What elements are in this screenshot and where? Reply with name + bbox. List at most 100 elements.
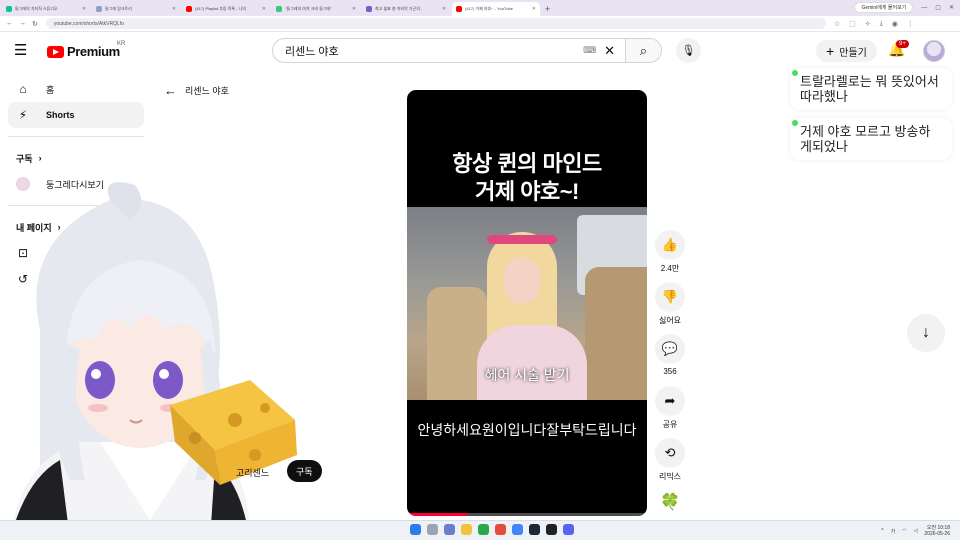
remix-button[interactable]: ⟲ 리믹스 xyxy=(655,438,685,481)
clock-date: 2026-05-26 xyxy=(924,531,950,537)
sidebar-item-shorts[interactable]: ⚡ Shorts xyxy=(8,102,144,128)
tray-overflow-icon[interactable]: ^ xyxy=(881,528,883,534)
comments-button[interactable]: 💬 356 xyxy=(655,334,685,377)
network-icon[interactable]: ◠ xyxy=(902,528,906,534)
create-button[interactable]: + 만들기 xyxy=(816,40,877,62)
search-icon: ⌕ xyxy=(639,42,648,58)
tab-close-icon[interactable]: ✕ xyxy=(82,6,86,12)
url-field[interactable]: youtube.com/shorts/AtkVRQLfo xyxy=(45,18,826,29)
kebab-menu-icon[interactable]: ⋮ xyxy=(907,20,914,28)
hamburger-menu-icon[interactable]: ☰ xyxy=(14,42,32,60)
sidebar-subscriptions-header[interactable]: 구독 › xyxy=(8,145,144,171)
keyboard-icon[interactable]: ⌨ xyxy=(583,45,596,56)
voice-search-mic-icon[interactable]: 🎙 xyxy=(676,38,701,63)
arrow-down-icon: ↓ xyxy=(922,324,930,341)
search-button[interactable]: ⌕ xyxy=(625,39,661,62)
video-progress-bar[interactable] xyxy=(407,513,647,516)
reload-icon[interactable]: ↻ xyxy=(32,20,38,28)
search-taskbar-icon[interactable] xyxy=(427,524,438,535)
browser-tab[interactable]: "둥그레의 야겨 크비 둥그레" ✕ xyxy=(272,2,360,16)
tab-close-icon[interactable]: ✕ xyxy=(262,6,266,12)
taskbar-apps xyxy=(410,524,574,535)
tab-close-icon[interactable]: ✕ xyxy=(442,6,446,12)
action-label: 싫어요 xyxy=(658,316,682,325)
extension-icons: ☆ ⬚ ✧ ⤓ ◉ ⋮ xyxy=(834,20,914,28)
subscriptions-label: 구독 xyxy=(16,153,33,164)
browser-tab[interactable]: 둥그레의 치지직 스튜디오 ✕ xyxy=(2,2,90,16)
download-icon[interactable]: ⤓ xyxy=(880,20,883,28)
chrome-icon[interactable] xyxy=(512,524,523,535)
account-avatar[interactable] xyxy=(923,40,945,62)
tab-close-icon[interactable]: ✕ xyxy=(352,6,356,12)
bookmark-star-icon[interactable]: ☆ xyxy=(834,20,840,28)
next-short-button[interactable]: ↓ xyxy=(907,314,945,352)
tab-favicon-icon xyxy=(456,6,462,12)
file-explorer-icon[interactable] xyxy=(461,524,472,535)
tab-favicon-icon xyxy=(366,6,372,12)
subscribe-button[interactable]: 구독 xyxy=(287,460,322,482)
action-label: 리믹스 xyxy=(658,472,682,481)
discord-icon[interactable] xyxy=(563,524,574,535)
steam-icon[interactable] xyxy=(529,524,540,535)
youtube-premium-logo[interactable]: Premium KR xyxy=(47,41,125,59)
system-tray: ^ 가 ◠ ◁ 오전 10:18 2026-05-26 xyxy=(881,525,950,537)
gemini-button[interactable]: Gemini에게 물어보기 xyxy=(854,2,914,13)
chat-user-dot xyxy=(792,70,798,76)
obs-icon[interactable] xyxy=(546,524,557,535)
logo-text: Premium xyxy=(67,44,120,59)
new-tab-button[interactable]: + xyxy=(545,2,550,16)
video-headline: 항상 퀸의 마인드 거제 야호~! xyxy=(407,150,647,206)
headband xyxy=(487,235,557,244)
chat-message-text: 거제 야호 모르고 방송하게되었나 xyxy=(800,124,931,154)
notification-badge: 9+ xyxy=(896,40,909,48)
share-button[interactable]: ➦ 공유 xyxy=(655,386,685,429)
chevron-right-icon: › xyxy=(38,153,42,163)
taskview-icon[interactable] xyxy=(444,524,455,535)
thumbs-down-icon: 👎 xyxy=(655,282,685,312)
back-to-search[interactable]: ← 리센느 야호 xyxy=(164,83,229,98)
shorts-video-player[interactable]: 항상 퀸의 마인드 거제 야호~! 헤어 시술 받기 안녕하세요원이입니다잘부탁… xyxy=(407,90,647,516)
forward-nav-icon[interactable]: → xyxy=(19,20,26,28)
puzzle-icon[interactable]: ✧ xyxy=(865,20,871,28)
close-window-icon[interactable]: ✕ xyxy=(949,4,954,11)
short-channel-name[interactable]: 고리센느 xyxy=(236,466,269,479)
tab-title: "둥그레의 야겨 크비 둥그레" xyxy=(285,6,332,11)
browser-tab[interactable]: 최고 쉽표 총 아지막 거곤의 - ✕ xyxy=(362,2,450,16)
browser-tab[interactable]: (417) 거제 야호~ - YouTube ✕ xyxy=(452,2,540,16)
like-button[interactable]: 👍 2.4만 xyxy=(655,230,685,273)
nav-buttons: ← → ↻ xyxy=(0,20,38,28)
minimize-icon[interactable]: — xyxy=(921,5,927,11)
tab-title: 최고 쉽표 총 아지막 거곤의 - xyxy=(375,6,423,11)
stream-chat-overlay: 트랄라렐로는 뭐 뜻있어서 따라했나 거제 야호 모르고 방송하게되었나 xyxy=(790,68,952,168)
tab-close-icon[interactable]: ✕ xyxy=(172,6,176,12)
plus-icon: + xyxy=(826,43,835,59)
search-box[interactable]: 리센느 야호 ⌨ ✕ ⌕ xyxy=(272,38,662,63)
app-green-icon[interactable] xyxy=(478,524,489,535)
profile-icon[interactable]: ◉ xyxy=(892,20,898,28)
windows-start-icon[interactable] xyxy=(410,524,421,535)
browser-tab[interactable]: 둥그레 링크트리 ✕ xyxy=(92,2,180,16)
shorts-icon: ⚡ xyxy=(18,108,28,122)
volume-icon[interactable]: ◁ xyxy=(914,528,918,534)
clock[interactable]: 오전 10:18 2026-05-26 xyxy=(924,525,950,537)
clear-search-icon[interactable]: ✕ xyxy=(604,43,615,59)
address-bar-row: ← → ↻ youtube.com/shorts/AtkVRQLfo ☆ ⬚ ✧… xyxy=(0,16,960,32)
region-code: KR xyxy=(117,41,126,47)
extension-icon[interactable]: ⬚ xyxy=(849,20,856,28)
page-title: 리센느 야호 xyxy=(185,86,229,96)
search-input[interactable]: 리센느 야호 xyxy=(273,43,583,59)
sidebar-item-home[interactable]: ⌂ 홈 xyxy=(8,76,144,102)
tab-title: (417) 거제 야호~ - YouTube xyxy=(465,6,513,11)
input-language[interactable]: 가 xyxy=(891,528,896,535)
back-nav-icon[interactable]: ← xyxy=(6,20,13,28)
browser-tab[interactable]: (417) Playlist 추림 목록 - 나의 ✕ xyxy=(182,2,270,16)
url-text: youtube.com/shorts/AtkVRQLfo xyxy=(53,20,124,27)
chat-message: 트랄라렐로는 뭐 뜻있어서 따라했나 xyxy=(790,68,952,110)
tab-title: 둥그레의 치지직 스튜디오 xyxy=(15,6,58,11)
maximize-icon[interactable]: ▢ xyxy=(935,4,941,11)
browser-tab-bar: 둥그레의 치지직 스튜디오 ✕ 둥그레 링크트리 ✕ (417) Playlist 추림… xyxy=(0,0,960,16)
youtube-play-icon xyxy=(47,45,64,58)
dislike-button[interactable]: 👎 싫어요 xyxy=(655,282,685,325)
app-red-icon[interactable] xyxy=(495,524,506,535)
tab-close-icon[interactable]: ✕ xyxy=(532,6,536,12)
